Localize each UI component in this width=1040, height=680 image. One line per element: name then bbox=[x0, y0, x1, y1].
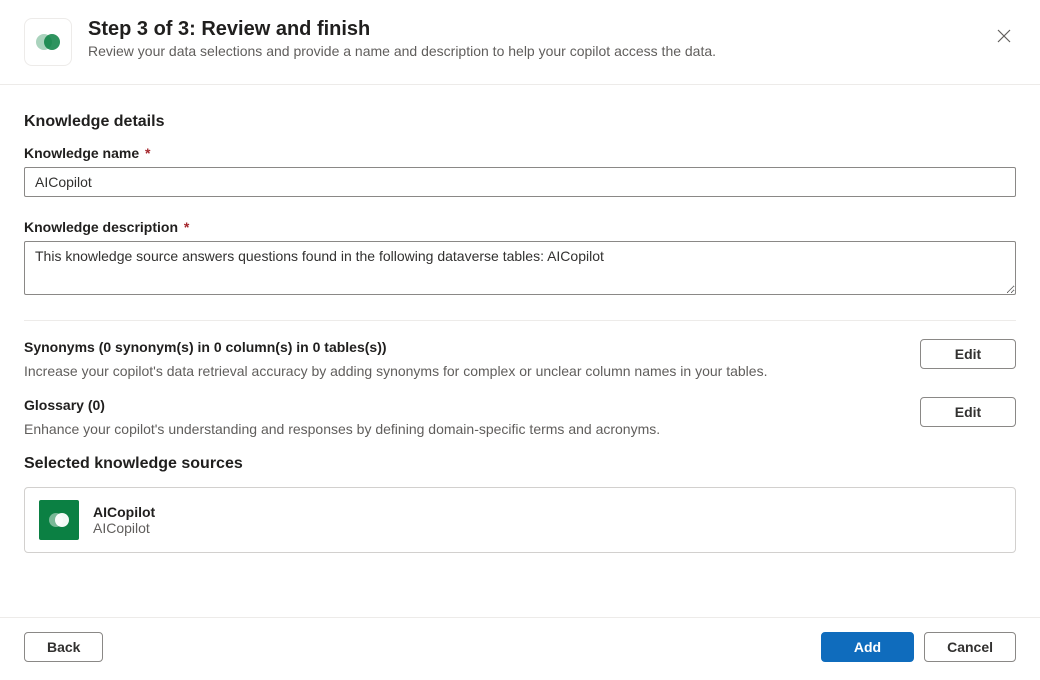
dataverse-white-icon bbox=[47, 508, 71, 532]
glossary-title: Glossary (0) bbox=[24, 397, 904, 413]
wizard-content: Knowledge details Knowledge name * Knowl… bbox=[0, 85, 1040, 553]
source-text: AICopilot AICopilot bbox=[93, 504, 155, 536]
dataverse-glyph-icon bbox=[34, 28, 62, 56]
close-button[interactable] bbox=[992, 24, 1016, 51]
edit-synonyms-button[interactable]: Edit bbox=[920, 339, 1016, 369]
edit-glossary-button[interactable]: Edit bbox=[920, 397, 1016, 427]
wizard-header: Step 3 of 3: Review and finish Review yo… bbox=[0, 0, 1040, 85]
source-sub: AICopilot bbox=[93, 520, 155, 536]
knowledge-name-field: Knowledge name * bbox=[24, 145, 1016, 197]
wizard-title: Step 3 of 3: Review and finish bbox=[88, 18, 992, 41]
divider bbox=[24, 320, 1016, 321]
add-button[interactable]: Add bbox=[821, 632, 914, 662]
source-dataverse-icon bbox=[39, 500, 79, 540]
knowledge-description-input[interactable] bbox=[24, 241, 1016, 295]
header-text: Step 3 of 3: Review and finish Review yo… bbox=[88, 18, 992, 59]
synonyms-section: Synonyms (0 synonym(s) in 0 column(s) in… bbox=[24, 339, 1016, 379]
synonyms-title: Synonyms (0 synonym(s) in 0 column(s) in… bbox=[24, 339, 904, 355]
wizard-subtitle: Review your data selections and provide … bbox=[88, 43, 992, 59]
required-mark: * bbox=[180, 219, 189, 235]
source-name: AICopilot bbox=[93, 504, 155, 520]
close-icon bbox=[996, 28, 1012, 44]
knowledge-name-input[interactable] bbox=[24, 167, 1016, 197]
required-mark: * bbox=[141, 145, 150, 161]
wizard-footer: Back Add Cancel bbox=[0, 617, 1040, 680]
knowledge-source-card: AICopilot AICopilot bbox=[24, 487, 1016, 553]
selected-sources-title: Selected knowledge sources bbox=[24, 455, 1016, 473]
dataverse-icon bbox=[24, 18, 72, 66]
glossary-section: Glossary (0) Enhance your copilot's unde… bbox=[24, 397, 1016, 437]
knowledge-name-label: Knowledge name * bbox=[24, 145, 1016, 161]
glossary-desc: Enhance your copilot's understanding and… bbox=[24, 421, 904, 437]
knowledge-details-title: Knowledge details bbox=[24, 113, 1016, 131]
knowledge-description-field: Knowledge description * bbox=[24, 219, 1016, 298]
synonyms-desc: Increase your copilot's data retrieval a… bbox=[24, 363, 904, 379]
knowledge-description-label: Knowledge description * bbox=[24, 219, 1016, 235]
cancel-button[interactable]: Cancel bbox=[924, 632, 1016, 662]
back-button[interactable]: Back bbox=[24, 632, 103, 662]
